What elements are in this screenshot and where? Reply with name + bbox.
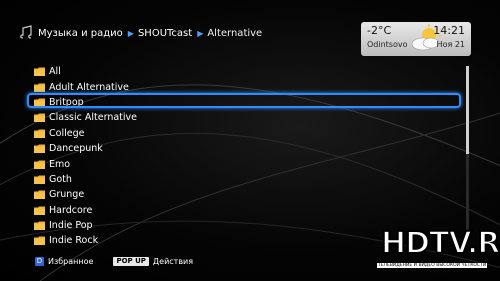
list-item-label: Dancepunk bbox=[49, 143, 103, 155]
folder-icon bbox=[34, 144, 45, 154]
list-item-label: Emo bbox=[49, 158, 71, 170]
logo-subtitle: ТЕЛЕВИДЕНИЕ И ВИДЕО ВЫСОКОЙ ЧЕТКОСТИ bbox=[377, 263, 488, 268]
weather-time: 14:21 bbox=[433, 24, 465, 37]
folder-icon bbox=[34, 67, 45, 77]
list-item-label: Classic Alternative bbox=[49, 112, 137, 124]
weather-city: Odintsovo bbox=[367, 40, 408, 49]
breadcrumb-separator-icon: ▶ bbox=[197, 28, 204, 38]
list-item-label: Indie Pop bbox=[49, 220, 93, 232]
list-item[interactable]: Hardcore bbox=[27, 203, 461, 218]
list-item-label: Goth bbox=[49, 173, 72, 185]
folder-icon bbox=[34, 236, 45, 246]
list-item[interactable]: All bbox=[27, 64, 461, 79]
breadcrumb: Музыка и радио ▶ SHOUTcast ▶ Alternative bbox=[18, 24, 262, 42]
list-item[interactable]: Classic Alternative bbox=[27, 110, 461, 125]
list-item-label: College bbox=[49, 127, 85, 139]
list-item-label: Grunge bbox=[49, 189, 85, 201]
popup-key-icon: POP UP bbox=[113, 257, 149, 266]
actions-hint: Действия bbox=[152, 257, 194, 266]
list-item-label: Hardcore bbox=[49, 204, 93, 216]
favorites-hint: Избранное bbox=[48, 257, 94, 266]
folder-icon bbox=[34, 129, 45, 138]
list-item-label: Indie Rock bbox=[49, 235, 99, 247]
scrollbar-thumb[interactable] bbox=[466, 66, 469, 154]
weather-temperature: -2°C bbox=[367, 24, 392, 37]
list-item-label: Adult Alternative bbox=[49, 81, 129, 93]
list-item[interactable]: Grunge bbox=[27, 187, 461, 202]
scrollbar[interactable] bbox=[466, 66, 469, 242]
music-note-icon bbox=[20, 25, 32, 39]
folder-icon bbox=[34, 221, 45, 231]
folder-icon bbox=[34, 160, 45, 169]
folder-icon bbox=[34, 113, 45, 123]
d-key-icon: D bbox=[35, 257, 44, 266]
weather-date: Ноя 21 bbox=[436, 40, 465, 49]
list-item[interactable]: Goth bbox=[27, 172, 461, 187]
genre-list: All Adult Alternative Britpop Classic Al… bbox=[27, 64, 461, 249]
breadcrumb-item-alternative: Alternative bbox=[207, 27, 263, 39]
breadcrumb-separator-icon: ▶ bbox=[127, 28, 134, 38]
logo-text: HDTV.RU bbox=[380, 225, 500, 262]
list-item[interactable]: Emo bbox=[27, 156, 461, 171]
breadcrumb-item-shoutcast[interactable]: SHOUTcast bbox=[138, 28, 192, 39]
list-item[interactable]: Dancepunk bbox=[27, 141, 461, 156]
footer-hints: D Избранное POP UP Действия bbox=[35, 257, 193, 266]
list-item[interactable]: College bbox=[27, 126, 461, 141]
folder-icon bbox=[34, 83, 45, 92]
hdtv-logo: HDTV.RU ТЕЛЕВИДЕНИЕ И ВИДЕО ВЫСОКОЙ ЧЕТК… bbox=[371, 225, 500, 275]
selection-highlight bbox=[27, 93, 461, 108]
folder-icon bbox=[34, 206, 45, 215]
list-item-label: All bbox=[49, 66, 61, 78]
breadcrumb-item-music-radio[interactable]: Музыка и радио bbox=[38, 28, 123, 39]
folder-icon bbox=[34, 175, 45, 184]
folder-icon bbox=[34, 190, 45, 200]
weather-widget: -2°C Odintsovo 14:21 Ноя 21 bbox=[361, 22, 471, 56]
